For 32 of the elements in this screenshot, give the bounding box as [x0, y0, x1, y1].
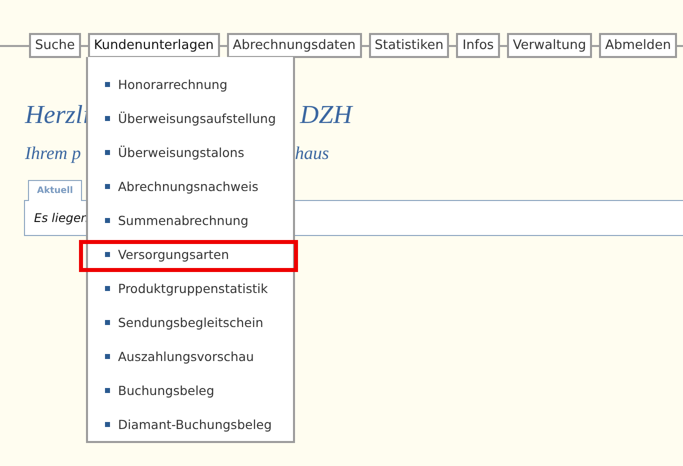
greeting-text: DZH	[300, 100, 352, 130]
bullet-icon	[105, 286, 110, 290]
bullet-icon	[105, 116, 110, 120]
nav-tab[interactable]: Kundenunterlagen	[88, 33, 220, 58]
menu-item[interactable]: Diamant-Buchungsbeleg	[118, 416, 272, 432]
bullet-icon	[105, 150, 110, 154]
menu-item[interactable]: Buchungsbeleg	[118, 382, 214, 398]
bullet-icon	[105, 422, 110, 426]
bullet-icon	[105, 252, 110, 256]
nav-tab[interactable]: Statistiken	[368, 33, 450, 58]
menu-item[interactable]: Überweisungsaufstellung	[118, 110, 276, 126]
bullet-icon	[105, 82, 110, 86]
nav-tab[interactable]: Abmelden	[599, 33, 678, 58]
bullet-icon	[105, 218, 110, 222]
nav-tab[interactable]: Abrechnungsdaten	[226, 33, 362, 58]
nav-tab[interactable]: Verwaltung	[506, 33, 592, 58]
menu-item[interactable]: Auszahlungsvorschau	[118, 348, 254, 364]
menu-item[interactable]: Honorarrechnung	[118, 76, 228, 92]
menu-item[interactable]: Versorgungsarten	[118, 246, 230, 262]
bullet-icon	[105, 320, 110, 324]
menu-item[interactable]: Sendungsbegleitschein	[118, 314, 264, 330]
bullet-icon	[105, 354, 110, 358]
menu-item[interactable]: Überweisungstalons	[118, 144, 244, 160]
bullet-icon	[105, 184, 110, 188]
nav-tab[interactable]: Infos	[456, 33, 500, 58]
greeting-text: haus	[295, 143, 330, 164]
greeting-text: Ihrem p	[25, 143, 81, 164]
menu-item[interactable]: Produktgruppenstatistik	[118, 280, 268, 296]
menu-item[interactable]: Abrechnungsnachweis	[118, 178, 258, 194]
nav-tab[interactable]: Suche	[29, 33, 81, 58]
menu-item[interactable]: Summenabrechnung	[118, 212, 248, 228]
bullet-icon	[105, 388, 110, 392]
